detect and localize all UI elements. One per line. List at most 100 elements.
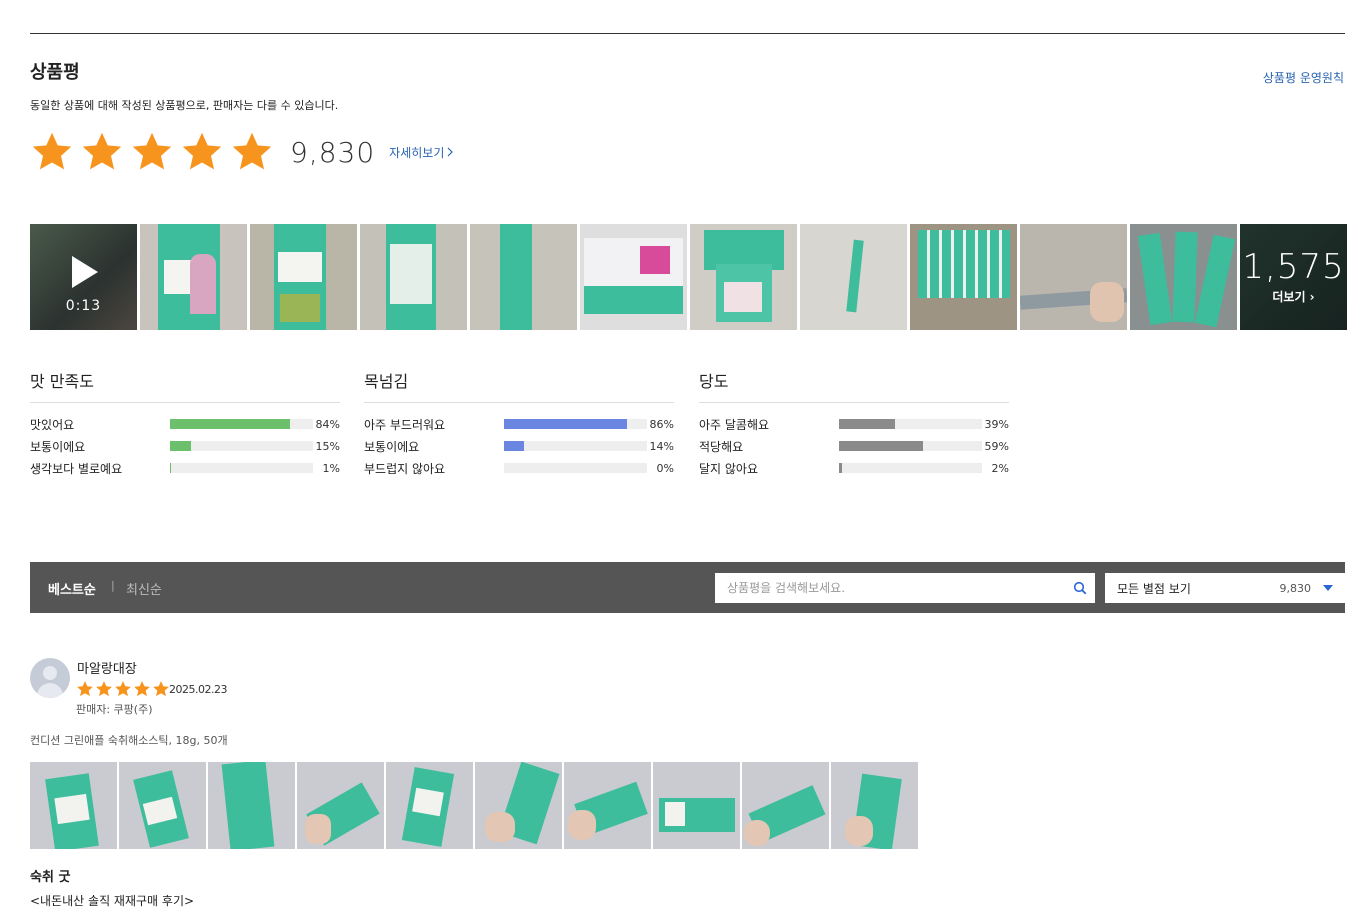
survey-percent: 1% — [322, 461, 340, 475]
review-headline: 숙취 굿 — [30, 870, 71, 885]
review-photo[interactable] — [386, 762, 473, 849]
survey-bar-fill — [839, 463, 842, 473]
star-icon — [132, 132, 172, 170]
survey-percent: 86% — [649, 417, 674, 431]
survey-swallow: 목넘김 아주 부드러워요 86% 보통이에요 14% 부드럽지 않아요 0% — [364, 368, 674, 479]
sort-best-tab[interactable]: 베스트순 — [48, 579, 96, 598]
survey-bar — [839, 463, 982, 473]
survey-bar — [170, 441, 313, 451]
review-stars — [76, 680, 170, 698]
review-photo-thumbnail[interactable] — [140, 224, 247, 330]
survey-row: 보통이에요 15% — [30, 435, 340, 457]
survey-option-label: 보통이에요 — [30, 439, 86, 454]
review-photo[interactable] — [742, 762, 829, 849]
survey-title: 당도 — [699, 368, 1009, 403]
review-photo-strip: 0:13 1,575 더보기 › — [30, 224, 1347, 330]
review-photo[interactable] — [119, 762, 206, 849]
survey-percent: 2% — [991, 461, 1009, 475]
survey-option-label: 보통이에요 — [364, 439, 420, 454]
review-photo[interactable] — [564, 762, 651, 849]
survey-option-label: 생각보다 별로예요 — [30, 461, 123, 476]
survey-option-label: 아주 부드러워요 — [364, 417, 446, 432]
review-photo[interactable] — [653, 762, 740, 849]
review-photo[interactable] — [208, 762, 295, 849]
review-photo-thumbnail[interactable] — [580, 224, 687, 330]
sort-separator: | — [111, 579, 115, 592]
review-search-input[interactable] — [715, 573, 1055, 603]
review-photo[interactable] — [297, 762, 384, 849]
survey-sweetness: 당도 아주 달콤해요 39% 적당해요 59% 달지 않아요 2% — [699, 368, 1009, 479]
section-title: 상품평 — [30, 62, 80, 83]
more-photos-overlay: 1,575 더보기 › — [1240, 224, 1347, 330]
survey-bar-fill — [504, 441, 525, 451]
sort-newest-tab[interactable]: 최신순 — [126, 579, 162, 598]
survey-bar — [504, 441, 647, 451]
survey-bar-fill — [170, 419, 291, 429]
play-icon — [72, 256, 98, 288]
reviewer-name: 마알랑대장 — [77, 662, 137, 677]
survey-bar — [504, 463, 647, 473]
survey-percent: 59% — [984, 439, 1009, 453]
survey-percent: 14% — [649, 439, 674, 453]
review-photo-thumbnail[interactable] — [470, 224, 577, 330]
survey-bar — [839, 441, 982, 451]
survey-row: 아주 달콤해요 39% — [699, 413, 1009, 435]
review-photo-thumbnail[interactable] — [1130, 224, 1237, 330]
rating-detail-link[interactable]: 자세히보기 — [389, 144, 454, 161]
review-photo-thumbnail[interactable] — [250, 224, 357, 330]
survey-option-label: 달지 않아요 — [699, 461, 759, 476]
review-photo-thumbnail[interactable] — [910, 224, 1017, 330]
rating-detail-label: 자세히보기 — [389, 145, 445, 160]
review-photo-thumbnail[interactable] — [690, 224, 797, 330]
survey-bar-fill — [504, 419, 627, 429]
review-seller: 판매자: 쿠팡(주) — [76, 703, 153, 716]
star-filter-label: 모든 별점 보기 — [1117, 581, 1191, 596]
survey-percent: 0% — [656, 461, 674, 475]
survey-percent: 39% — [984, 417, 1009, 431]
survey-title: 맛 만족도 — [30, 368, 340, 403]
caret-down-icon — [1323, 585, 1333, 591]
star-icon — [96, 681, 112, 697]
more-photos-label: 더보기 › — [1272, 289, 1315, 304]
review-policy-link[interactable]: 상품평 운영원칙 — [1263, 69, 1344, 86]
survey-row: 아주 부드러워요 86% — [364, 413, 674, 435]
survey-option-label: 맛있어요 — [30, 417, 75, 432]
review-photo-thumbnail[interactable] — [1020, 224, 1127, 330]
star-icon — [115, 681, 131, 697]
star-filter-dropdown[interactable]: 모든 별점 보기 9,830 — [1105, 573, 1345, 603]
star-icon — [182, 132, 222, 170]
more-photos-button[interactable]: 1,575 더보기 › — [1240, 224, 1347, 330]
star-icon — [134, 681, 150, 697]
review-photo-thumbnail[interactable] — [360, 224, 467, 330]
survey-row: 적당해요 59% — [699, 435, 1009, 457]
survey-taste: 맛 만족도 맛있어요 84% 보통이에요 15% 생각보다 별로예요 1% — [30, 368, 340, 479]
star-icon — [82, 132, 122, 170]
survey-bar-fill — [839, 441, 924, 451]
review-photo-list — [30, 762, 918, 849]
star-icon — [77, 681, 93, 697]
survey-bar-fill — [170, 463, 172, 473]
review-notice: 동일한 상품에 대해 작성된 상품평으로, 판매자는 다를 수 있습니다. — [30, 99, 339, 112]
rating-summary: 9,830 자세히보기 — [30, 128, 454, 176]
review-video-thumbnail[interactable]: 0:13 — [30, 224, 137, 330]
survey-percent: 84% — [315, 417, 340, 431]
survey-row: 부드럽지 않아요 0% — [364, 457, 674, 479]
star-icon — [32, 132, 72, 170]
review-photo[interactable] — [475, 762, 562, 849]
survey-option-label: 아주 달콤해요 — [699, 417, 770, 432]
review-search-box — [715, 573, 1095, 603]
more-photos-count: 1,575 — [1242, 246, 1345, 287]
survey-row: 맛있어요 84% — [30, 413, 340, 435]
top-divider — [30, 33, 1345, 34]
review-date: 2025.02.23 — [169, 683, 227, 696]
search-icon[interactable] — [1073, 581, 1087, 595]
survey-bar — [504, 419, 647, 429]
survey-row: 생각보다 별로예요 1% — [30, 457, 340, 479]
survey-row: 보통이에요 14% — [364, 435, 674, 457]
review-photo[interactable] — [30, 762, 117, 849]
review-photo-thumbnail[interactable] — [800, 224, 907, 330]
survey-percent: 15% — [315, 439, 340, 453]
survey-option-label: 적당해요 — [699, 439, 744, 454]
review-photo[interactable] — [831, 762, 918, 849]
survey-bar — [170, 463, 313, 473]
